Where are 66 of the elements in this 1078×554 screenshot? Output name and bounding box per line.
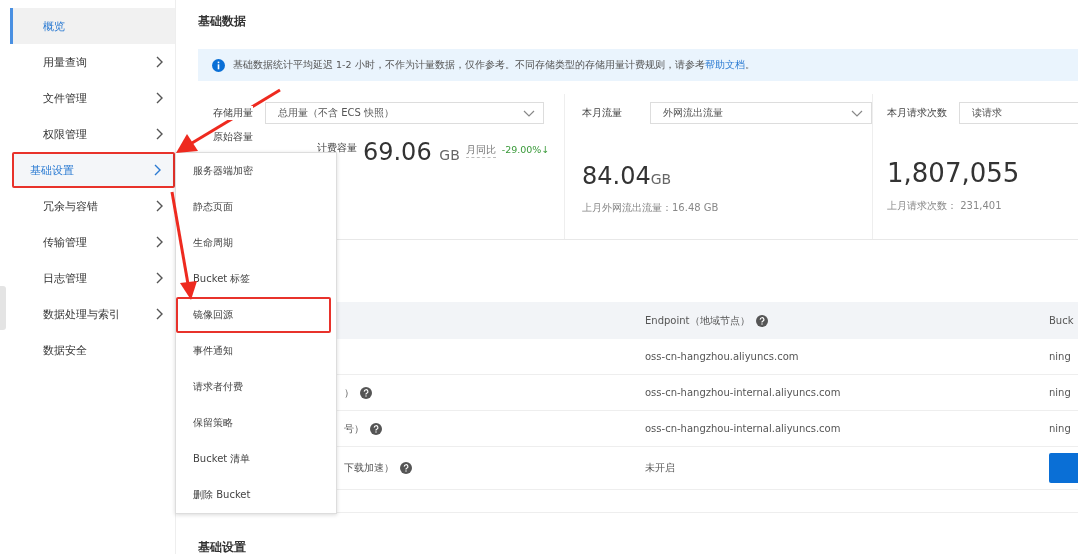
help-icon[interactable] [370,422,382,435]
table-cell: oss-cn-hangzhou-internal.aliyuncs.com [645,387,841,398]
menu-item[interactable]: 保留策略 [176,405,336,441]
stat-value: 69.06 GB [362,138,460,166]
dropdown-select[interactable]: 读请求 [959,102,1078,124]
menu-item[interactable]: 镜像回源 [176,297,331,333]
sidebar-item[interactable]: 基础设置 [12,152,175,188]
menu-item[interactable]: 生命周期 [176,225,336,261]
column-header: Endpoint（地域节点） [645,313,750,328]
stat-label: 本月流量 [582,106,622,120]
stat-note: 上月请求次数： 231,401 [887,199,1003,213]
collapse-handle[interactable] [0,286,6,330]
table-cell: 号） [344,421,364,436]
stat-note: 上月外网流出流量：16.48 GB [582,201,720,215]
table-cell: ning [1049,423,1071,434]
section-title: 基础数据 [198,13,247,30]
info-text: 基础数据统计平均延迟 1-2 小时，不作为计量数据，仅作参考。不同存储类型的存储用量计费规则，请参考帮助文档。 [233,58,755,72]
info-icon [212,58,225,72]
menu-item[interactable]: 事件通知 [176,333,336,369]
stat-value: 84.04GB [582,162,673,190]
chevron-right-icon [156,272,163,284]
chevron-right-icon [156,56,163,68]
sidebar-item[interactable]: 权限管理 [10,116,175,152]
help-icon[interactable] [360,386,372,399]
stat-label: 本月请求次数 [887,106,947,120]
menu-item[interactable]: 删除 Bucket [176,477,336,513]
table-cell: ning [1049,387,1071,398]
menu-item[interactable]: 静态页面 [176,189,336,225]
chevron-down-icon [851,109,863,117]
table-cell: ning [1049,351,1071,362]
dropdown-select[interactable]: 外网流出流量 [650,102,872,124]
chevron-right-icon [154,164,161,176]
table-cell: 下载加速） [344,461,394,475]
chevron-right-icon [156,128,163,140]
dropdown-select[interactable]: 总用量（不含 ECS 快照） [265,102,544,124]
help-icon[interactable] [400,462,412,474]
sidebar-item[interactable]: 概览 [10,8,175,44]
table-cell: oss-cn-hangzhou-internal.aliyuncs.com [645,423,841,434]
chevron-down-icon [523,109,535,117]
column-header: Buck [1049,315,1074,326]
table-cell: ） [344,385,354,400]
sidebar-item[interactable]: 数据处理与索引 [10,296,175,332]
sidebar-item[interactable]: 传输管理 [10,224,175,260]
help-icon[interactable] [755,314,768,327]
help-link[interactable]: 帮助文档 [704,58,745,70]
menu-item[interactable]: 请求者付费 [176,369,336,405]
table-cell: 未开启 [645,461,675,475]
sidebar-item[interactable]: 用量查询 [10,44,175,80]
sidebar-item[interactable]: 文件管理 [10,80,175,116]
menu-item[interactable]: Bucket 清单 [176,441,336,477]
stat-sub-label: 原始容量 [213,131,253,142]
menu-item[interactable]: Bucket 标签 [176,261,336,297]
stat-value: 1,807,055 [887,158,1021,188]
sidebar-item[interactable]: 日志管理 [10,260,175,296]
chevron-right-icon [156,92,163,104]
compare-label: 月同比 [465,144,496,158]
stat-label: 存储用量 [213,106,253,120]
chevron-right-icon [156,308,163,320]
menu-item[interactable]: 服务器端加密 [176,153,336,189]
compare-value: -29.00%↓ [501,144,550,157]
chevron-right-icon [156,236,163,248]
stat-sub-label: 计费容量 [316,141,357,155]
chevron-right-icon [156,200,163,212]
sidebar-item[interactable]: 数据安全 [10,332,175,368]
sidebar-item[interactable]: 冗余与容错 [10,188,175,224]
table-cell: oss-cn-hangzhou.aliyuncs.com [645,351,799,362]
